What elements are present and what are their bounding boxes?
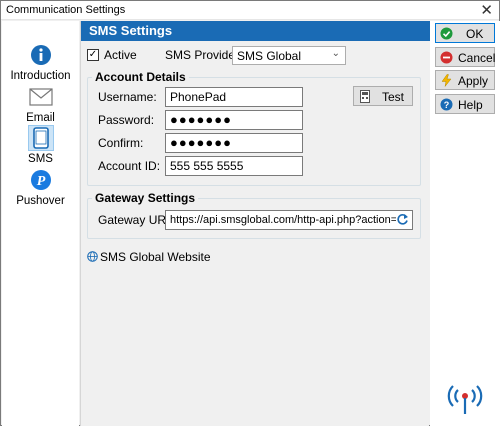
ok-button[interactable]: OK xyxy=(435,23,495,43)
svg-text:P: P xyxy=(36,174,45,189)
pushover-icon: P xyxy=(28,167,54,193)
chevron-down-icon: ⌄ xyxy=(331,48,340,59)
website-link-label: SMS Global Website xyxy=(100,250,211,264)
main-panel: SMS Settings ✓ Active SMS Provider: SMS … xyxy=(80,21,430,426)
account-details-title: Account Details xyxy=(92,70,189,84)
sidebar-item-pushover[interactable]: P Pushover xyxy=(2,167,79,207)
broadcast-tower-icon xyxy=(445,376,485,419)
account-id-label: Account ID: xyxy=(98,159,161,173)
sidebar-item-label: Pushover xyxy=(16,195,65,207)
cancel-icon xyxy=(440,51,453,64)
test-button-label: Test xyxy=(382,90,405,104)
active-checkbox[interactable]: ✓ xyxy=(87,49,99,61)
settings-window: Communication Settings ✕ Introduction Em… xyxy=(0,0,500,426)
account-id-value: 555 555 5555 xyxy=(170,159,244,173)
info-icon xyxy=(28,42,54,68)
ok-button-label: OK xyxy=(466,27,484,41)
calculator-icon xyxy=(360,90,370,106)
cancel-button-label: Cancel xyxy=(458,51,496,65)
section-header: SMS Settings xyxy=(81,21,430,41)
username-label: Username: xyxy=(98,90,157,104)
password-value: ●●●●●●● xyxy=(170,112,232,127)
username-value: PhonePad xyxy=(170,90,227,104)
sidebar-item-introduction[interactable]: Introduction xyxy=(2,42,79,82)
provider-value: SMS Global xyxy=(237,49,302,63)
confirm-value: ●●●●●●● xyxy=(170,135,232,150)
title-bar: Communication Settings ✕ xyxy=(1,1,499,20)
help-button-label: Help xyxy=(458,98,483,112)
account-id-field[interactable]: 555 555 5555 xyxy=(165,156,303,176)
svg-text:?: ? xyxy=(444,100,450,110)
account-details-group: Account Details Username: PhonePad Passw… xyxy=(87,70,421,186)
provider-select[interactable]: SMS Global ⌄ xyxy=(232,46,346,65)
gateway-url-field[interactable]: https://api.smsglobal.com/http-api.php?a… xyxy=(165,210,413,230)
help-icon: ? xyxy=(440,98,453,111)
username-field[interactable]: PhonePad xyxy=(165,87,303,107)
check-circle-icon xyxy=(440,27,453,40)
test-button[interactable]: Test xyxy=(353,86,413,106)
help-button[interactable]: ? Help xyxy=(435,94,495,114)
close-icon[interactable]: ✕ xyxy=(480,1,493,19)
envelope-icon xyxy=(28,84,54,110)
confirm-field[interactable]: ●●●●●●● xyxy=(165,133,303,153)
apply-button-label: Apply xyxy=(458,74,489,88)
globe-icon xyxy=(87,251,98,265)
password-label: Password: xyxy=(98,113,155,127)
password-field[interactable]: ●●●●●●● xyxy=(165,110,303,130)
lightning-icon xyxy=(440,74,453,87)
sidebar: Introduction Email SMS P Pushover xyxy=(2,21,79,426)
apply-button[interactable]: Apply xyxy=(435,70,495,90)
sidebar-item-label: Introduction xyxy=(10,70,71,82)
gateway-settings-title: Gateway Settings xyxy=(92,191,199,205)
page-title: SMS Settings xyxy=(89,23,173,38)
phone-icon xyxy=(27,125,54,151)
sidebar-item-label: SMS xyxy=(28,153,53,165)
gateway-url-value: https://api.smsglobal.com/http-api.php?a… xyxy=(170,214,396,226)
sidebar-item-label: Email xyxy=(26,112,55,124)
provider-row: ✓ Active SMS Provider: SMS Global ⌄ xyxy=(87,46,427,66)
sidebar-item-email[interactable]: Email xyxy=(2,84,79,124)
provider-label: SMS Provider: xyxy=(165,48,243,62)
gateway-settings-group: Gateway Settings Gateway URL: https://ap… xyxy=(87,191,421,239)
refresh-icon[interactable] xyxy=(396,213,409,229)
active-label[interactable]: Active xyxy=(104,48,137,62)
cancel-button[interactable]: Cancel xyxy=(435,47,495,67)
action-pane: OK Cancel Apply ? Help xyxy=(430,21,500,426)
sidebar-item-sms[interactable]: SMS xyxy=(2,125,79,165)
confirm-label: Confirm: xyxy=(98,136,144,150)
window-title: Communication Settings xyxy=(6,4,126,16)
